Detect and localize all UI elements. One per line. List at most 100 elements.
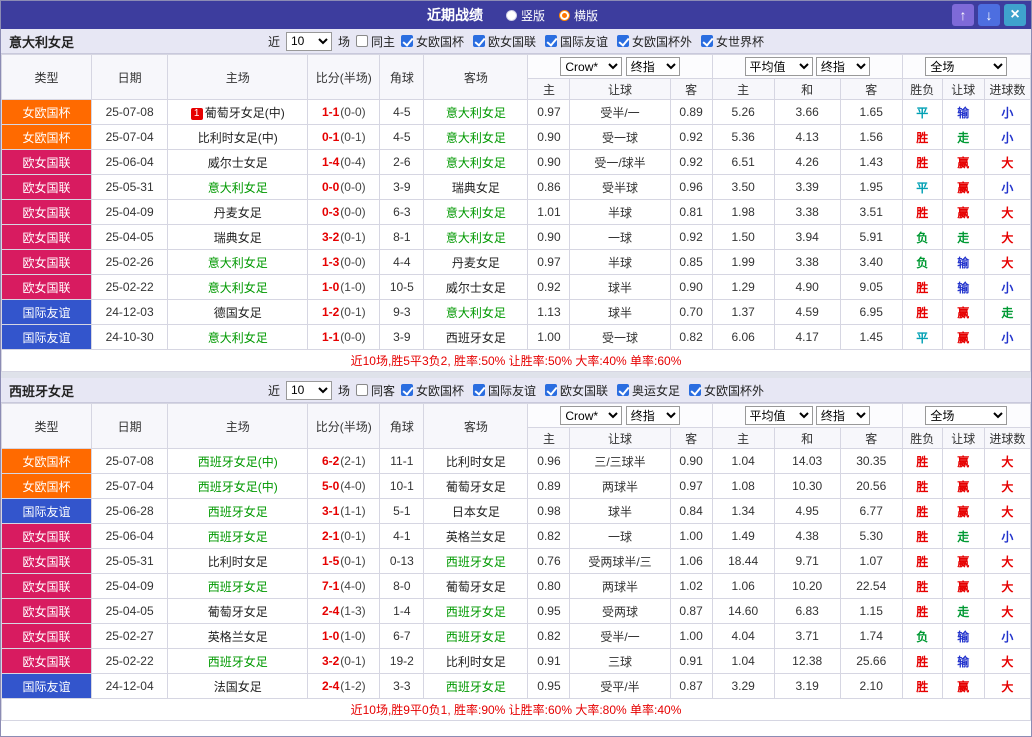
scroll-down-button[interactable]: ↓ — [978, 4, 1000, 26]
odds-stage-select[interactable]: 终指 — [625, 406, 680, 425]
avg-away-odds: 1.56 — [839, 124, 903, 150]
avg-stage-select[interactable]: 终指 — [815, 406, 870, 425]
league-filter-checkbox[interactable]: 女世界杯 — [701, 33, 764, 50]
avg-group-header: 平均值 终指 — [711, 403, 903, 428]
avg-home-odds: 1.50 — [711, 224, 775, 250]
avg-home-odds: 4.04 — [711, 623, 775, 649]
result-goals: 大 — [983, 199, 1031, 225]
avg-select[interactable]: 平均值 — [744, 406, 813, 425]
away-odds: 0.96 — [669, 174, 713, 200]
handicap: 受两球半/三 — [569, 548, 671, 574]
handicap: 球半 — [569, 299, 671, 325]
score: 2-4(1-2) — [307, 673, 381, 699]
league-filter-checkbox[interactable]: 女欧国杯外 — [617, 33, 692, 50]
avg-away-odds: 1.15 — [839, 598, 903, 624]
result-wdl: 胜 — [901, 573, 943, 599]
team-name: 比利时女足 — [445, 454, 506, 469]
team-name: 葡萄牙女足 — [445, 479, 506, 494]
checkbox-checked-icon[interactable] — [400, 384, 413, 396]
result-wdl: 平 — [901, 174, 943, 200]
league-filter-checkbox[interactable]: 女欧国杯外 — [689, 382, 764, 399]
match-date: 25-04-09 — [91, 199, 169, 225]
recent-count-select[interactable]: 10 — [285, 380, 332, 400]
avg-draw-odds: 4.17 — [773, 324, 841, 350]
match-date: 25-04-09 — [91, 573, 169, 599]
recent-count-select[interactable]: 10 — [285, 31, 332, 51]
match-date: 24-10-30 — [91, 324, 169, 350]
league-filter-checkbox[interactable]: 奥运女足 — [617, 382, 680, 399]
checkbox-checked-icon[interactable] — [617, 35, 630, 47]
checkbox-checked-icon[interactable] — [701, 35, 714, 47]
result-goals: 大 — [983, 149, 1031, 175]
league-filter-checkbox[interactable]: 欧女国联 — [473, 33, 536, 50]
summary-row: 近10场,胜5平3负2, 胜率:50% 让胜率:50% 大率:40% 单率:60… — [1, 349, 1031, 372]
scroll-up-button[interactable]: ↑ — [952, 4, 974, 26]
radio-checked-icon[interactable] — [559, 9, 570, 21]
away-team: 意大利女足 — [423, 224, 529, 250]
league-filter-checkbox[interactable]: 欧女国联 — [545, 382, 608, 399]
avg-select[interactable]: 平均值 — [744, 57, 813, 76]
checkbox-checked-icon[interactable] — [473, 384, 485, 396]
corner-score: 0-13 — [379, 548, 425, 574]
fulltime-score: 2-1 — [321, 529, 340, 543]
same-venue-checkbox[interactable]: 同主 — [355, 33, 395, 50]
checkbox-checked-icon[interactable] — [473, 35, 485, 47]
halftime-score: (0-0) — [340, 330, 366, 344]
odds-stage-select[interactable]: 终指 — [625, 57, 680, 76]
league-filter-checkbox[interactable]: 国际友谊 — [545, 33, 608, 50]
col-result-wdl: 胜负 — [901, 427, 943, 449]
result-goals: 小 — [983, 174, 1031, 200]
home-odds: 0.82 — [527, 623, 571, 649]
league-filter-checkbox[interactable]: 女欧国杯 — [400, 382, 464, 399]
team-name: 日本女足 — [451, 504, 500, 519]
layout-radio-horizontal[interactable]: 横版 — [559, 7, 598, 24]
corner-score: 11-1 — [379, 448, 425, 474]
home-team: 英格兰女足 — [167, 623, 309, 649]
fulltime-score: 1-0 — [321, 280, 340, 294]
league-filter-checkbox[interactable]: 国际友谊 — [473, 382, 536, 399]
checkbox-checked-icon[interactable] — [545, 384, 558, 396]
bookmaker-select[interactable]: Crow* — [560, 406, 623, 425]
bookmaker-select[interactable]: Crow* — [560, 57, 623, 76]
layout-radio-vertical[interactable]: 竖版 — [505, 7, 545, 24]
team-name: 意大利女足 — [445, 305, 506, 320]
home-odds: 0.95 — [527, 598, 571, 624]
result-wdl: 胜 — [901, 673, 943, 699]
checkbox-unchecked-icon[interactable] — [355, 35, 368, 47]
avg-away-odds: 6.95 — [839, 299, 903, 325]
same-venue-label: 同主 — [370, 34, 395, 49]
halftime-score: (1-0) — [340, 280, 366, 294]
handicap: 两球半 — [569, 473, 671, 499]
team-name: 比利时女足 — [445, 654, 506, 669]
result-handicap: 赢 — [941, 573, 985, 599]
league-filter-checkbox[interactable]: 女欧国杯 — [400, 33, 464, 50]
corner-score: 3-3 — [379, 673, 425, 699]
radio-unchecked-icon[interactable] — [505, 9, 517, 21]
close-button[interactable]: × — [1004, 4, 1026, 26]
checkbox-checked-icon[interactable] — [400, 35, 413, 47]
team-name: 意大利女足 — [445, 155, 506, 170]
checkbox-checked-icon[interactable] — [617, 384, 630, 396]
team-name: 比利时女足(中) — [197, 130, 278, 145]
away-odds: 0.92 — [669, 124, 713, 150]
same-venue-checkbox[interactable]: 同客 — [355, 382, 395, 399]
halftime-score: (0-1) — [340, 554, 366, 568]
checkbox-checked-icon[interactable] — [689, 384, 702, 396]
avg-stage-select[interactable]: 终指 — [815, 57, 870, 76]
col-home: 主场 — [167, 54, 309, 100]
away-odds: 1.00 — [669, 623, 713, 649]
away-odds: 0.85 — [669, 249, 713, 275]
team-name: 葡萄牙女足(中) — [204, 105, 285, 120]
home-odds: 1.00 — [527, 324, 571, 350]
checkbox-unchecked-icon[interactable] — [355, 384, 368, 396]
away-odds: 0.82 — [669, 324, 713, 350]
col-date: 日期 — [91, 54, 169, 100]
avg-draw-odds: 3.38 — [773, 199, 841, 225]
away-odds: 1.00 — [669, 523, 713, 549]
halftime-score: (0-4) — [340, 155, 366, 169]
league-type-badge: 欧女国联 — [1, 573, 93, 599]
match-date: 25-02-26 — [91, 249, 169, 275]
fulltime-select[interactable]: 全场 — [925, 57, 1008, 76]
checkbox-checked-icon[interactable] — [545, 35, 558, 47]
fulltime-select[interactable]: 全场 — [925, 406, 1008, 425]
